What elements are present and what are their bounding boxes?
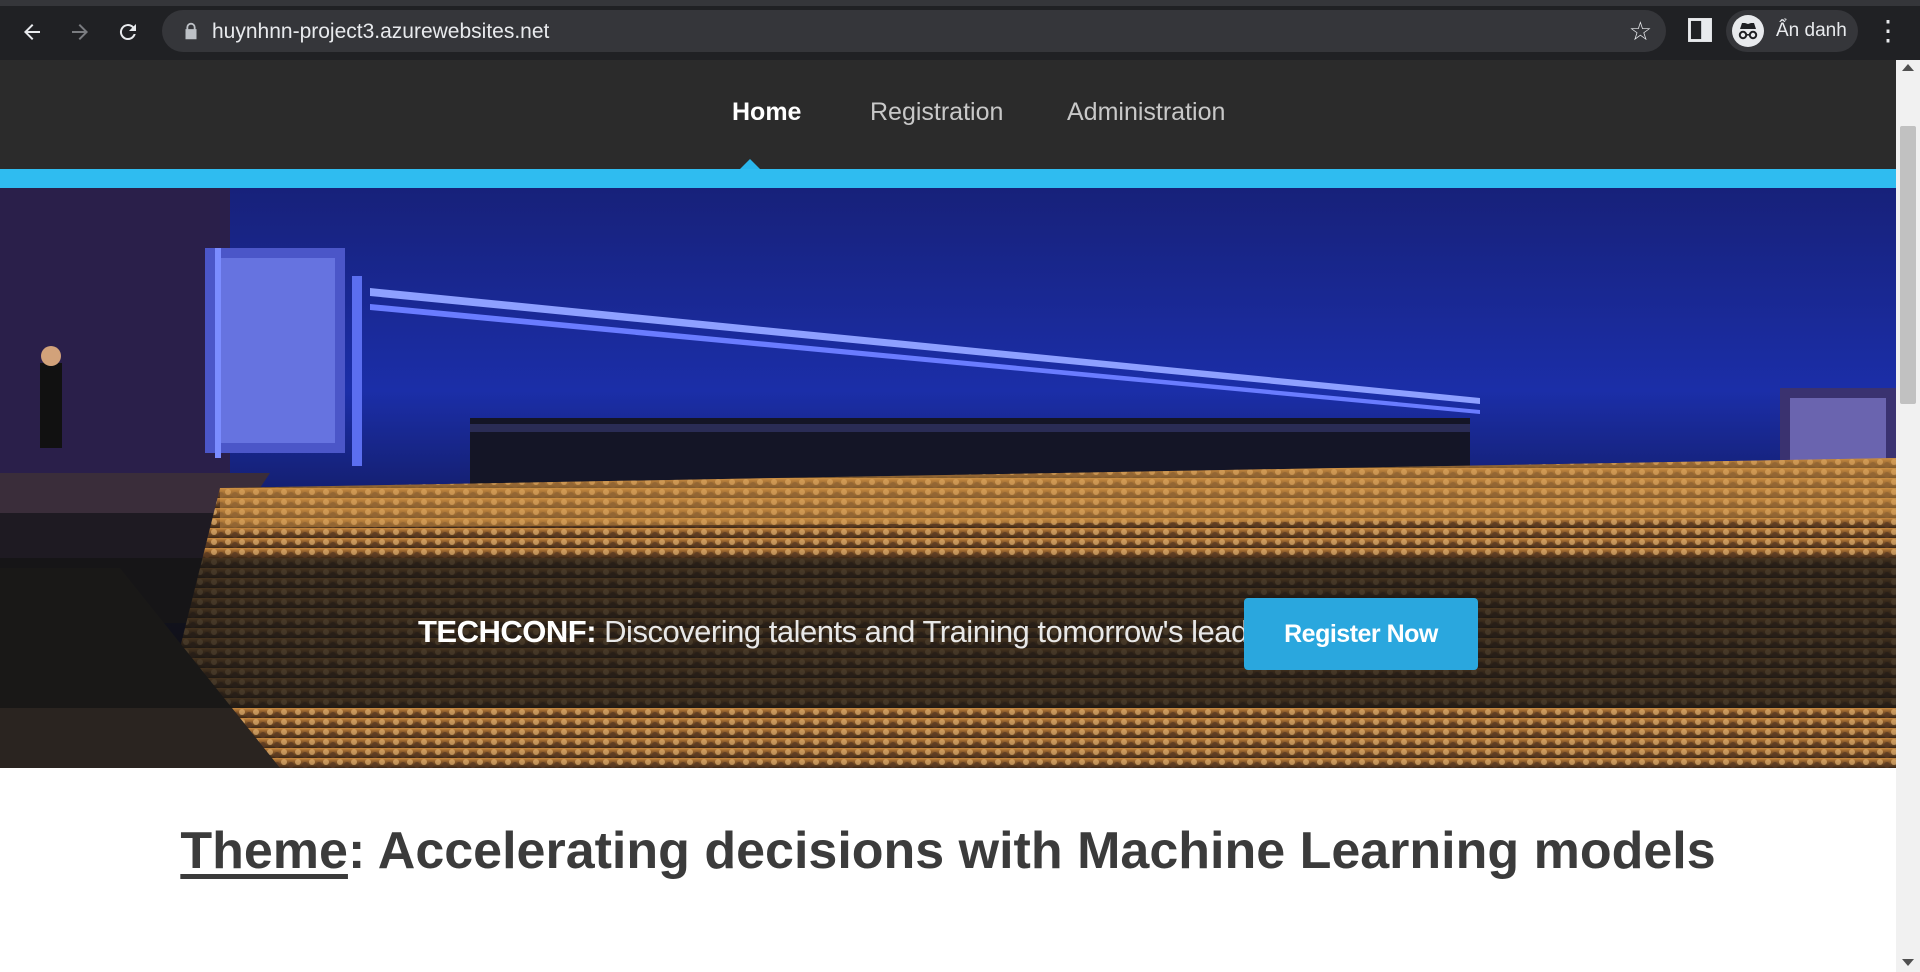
scroll-up-icon[interactable] (1902, 64, 1914, 71)
incognito-icon (1732, 15, 1764, 47)
theme-label: Theme (180, 822, 348, 880)
profile-name: Ẩn danh (1776, 20, 1847, 41)
browser-toolbar: huynhnn-project3.azurewebsites.net ☆ Ẩn … (0, 0, 1920, 60)
star-icon[interactable]: ☆ (1629, 16, 1652, 47)
nav-registration[interactable]: Registration (870, 98, 1003, 127)
hero-banner: TECHCONF: Discovering talents and Traini… (0, 188, 1896, 768)
theme-text: : Accelerating decisions with Machine Le… (347, 822, 1716, 880)
incognito-profile-button[interactable]: Ẩn danh (1726, 10, 1858, 52)
hero-brand: TECHCONF: (418, 614, 597, 649)
accent-bar (0, 169, 1896, 188)
url-text[interactable]: huynhnn-project3.azurewebsites.net (212, 20, 549, 44)
reload-icon[interactable] (110, 14, 146, 50)
address-bar[interactable]: huynhnn-project3.azurewebsites.net ☆ (162, 10, 1666, 52)
web-page: Home Registration Administration TECHCON… (0, 60, 1896, 972)
register-now-button[interactable]: Register Now (1244, 598, 1478, 670)
back-icon[interactable] (14, 14, 50, 50)
theme-heading: Theme: Accelerating decisions with Machi… (0, 800, 1896, 902)
site-navbar: Home Registration Administration (0, 60, 1896, 169)
nav-home[interactable]: Home (732, 98, 801, 127)
forward-icon[interactable] (62, 14, 98, 50)
hero-tagline: TECHCONF: Discovering talents and Traini… (418, 614, 1290, 650)
scroll-down-icon[interactable] (1902, 959, 1914, 966)
menu-icon[interactable]: ⋮ (1874, 14, 1902, 50)
lock-icon[interactable] (180, 20, 202, 42)
tab-strip (0, 0, 1920, 6)
scrollbar-thumb[interactable] (1900, 126, 1916, 404)
hero-tagline-text: Discovering talents and Training tomorro… (604, 614, 1290, 649)
page-scrollbar[interactable] (1896, 60, 1920, 972)
nav-administration[interactable]: Administration (1067, 98, 1225, 127)
side-panel-icon[interactable] (1686, 16, 1714, 44)
